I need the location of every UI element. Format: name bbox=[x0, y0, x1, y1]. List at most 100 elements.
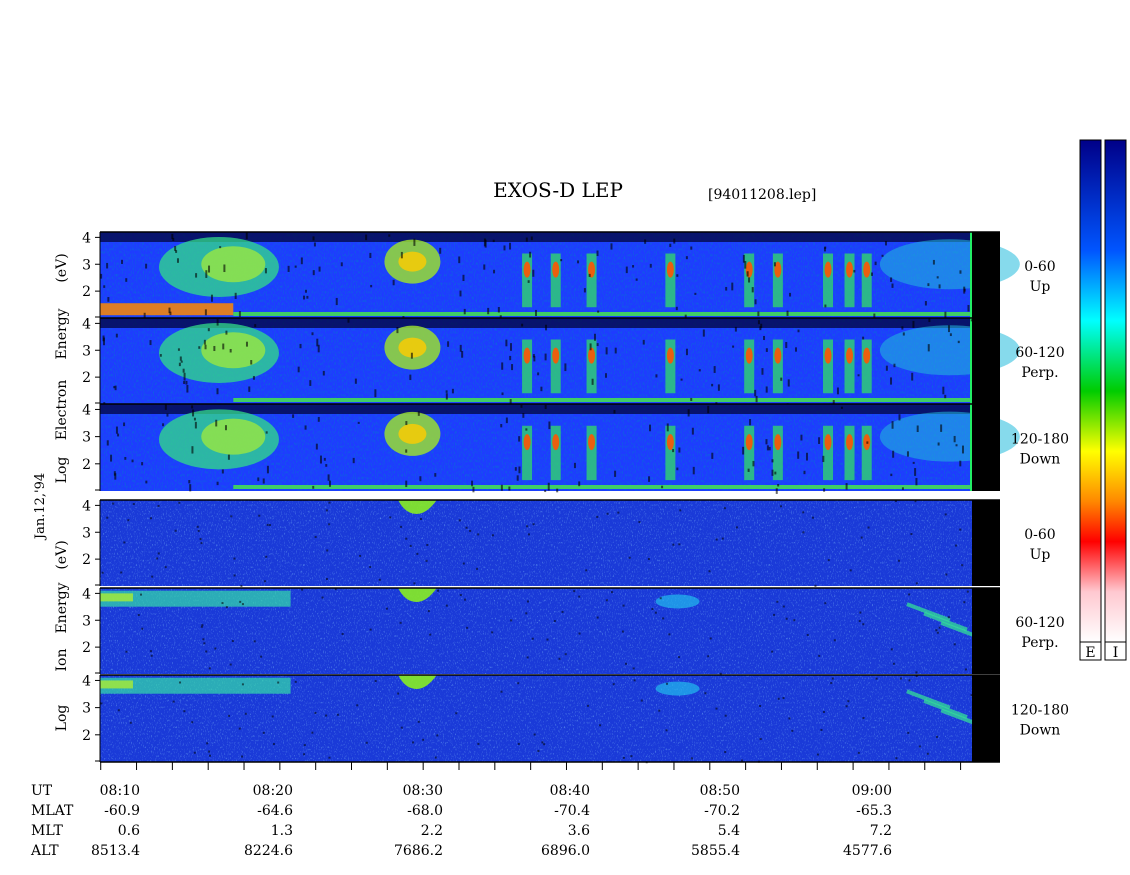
dropout bbox=[830, 682, 833, 685]
colorbar-label: E bbox=[1085, 645, 1095, 661]
dropout bbox=[548, 421, 551, 430]
dropout bbox=[544, 353, 547, 361]
arc-spike bbox=[823, 339, 834, 394]
dropout bbox=[902, 332, 905, 336]
dropout bbox=[461, 350, 464, 358]
dropout bbox=[866, 441, 869, 444]
dropout bbox=[649, 424, 652, 432]
dropout bbox=[640, 699, 643, 702]
dropout bbox=[208, 750, 211, 753]
dropout bbox=[698, 369, 701, 372]
dropout bbox=[578, 632, 581, 635]
dropout bbox=[197, 529, 200, 532]
dropout bbox=[676, 467, 679, 471]
ion-subpanel-0-60: 2 3 4 bbox=[82, 498, 1000, 587]
ephemeris-value-alt: 5855.4 bbox=[691, 843, 740, 859]
dropout bbox=[413, 582, 416, 585]
dropout bbox=[936, 276, 939, 279]
dropout bbox=[462, 274, 465, 282]
dropout bbox=[132, 503, 135, 506]
dropout bbox=[944, 513, 947, 516]
dropout bbox=[862, 336, 865, 340]
dropout bbox=[658, 709, 661, 712]
arc-spike-peak bbox=[774, 347, 782, 364]
dropout bbox=[328, 501, 331, 504]
dropout bbox=[635, 278, 638, 281]
dropout bbox=[231, 640, 234, 643]
dropout bbox=[963, 601, 966, 604]
dropout bbox=[266, 465, 269, 474]
direction-label: Perp. bbox=[1021, 635, 1058, 651]
dropout bbox=[191, 405, 194, 409]
dropout bbox=[816, 753, 819, 756]
dropout bbox=[853, 269, 856, 273]
ephemeris-table: UT MLAT MLT ALT 08:10 -60.9 0.6 8513.4 08:20 -64.… bbox=[30, 783, 892, 859]
dropout bbox=[521, 323, 524, 327]
dropout bbox=[233, 574, 236, 577]
dropout bbox=[961, 445, 964, 454]
ephemeris-value-mlat: -70.2 bbox=[704, 803, 740, 819]
dropout bbox=[229, 348, 232, 353]
dropout bbox=[644, 239, 647, 244]
dropout bbox=[268, 524, 271, 527]
dropout bbox=[547, 482, 550, 491]
dropout bbox=[405, 449, 408, 453]
dropout bbox=[306, 295, 309, 299]
chart-title: EXOS-D LEP bbox=[493, 178, 623, 202]
dropout bbox=[709, 637, 712, 640]
arc-spike-peak bbox=[666, 261, 674, 278]
dropout bbox=[518, 466, 521, 474]
low-energy-line bbox=[233, 398, 972, 402]
dropout bbox=[786, 310, 789, 316]
dropout bbox=[458, 256, 461, 264]
dropout bbox=[312, 485, 315, 489]
dropout bbox=[774, 471, 777, 475]
dropout bbox=[257, 477, 260, 482]
dropout bbox=[915, 582, 918, 585]
dropout bbox=[322, 370, 325, 376]
dropout bbox=[777, 483, 780, 487]
dropout bbox=[785, 341, 788, 348]
plasma-sheet-core bbox=[201, 418, 266, 455]
dropout bbox=[179, 681, 182, 684]
dropout bbox=[238, 311, 241, 317]
dropout bbox=[328, 756, 331, 759]
low-energy-band bbox=[100, 303, 234, 316]
dropout bbox=[492, 239, 495, 243]
dropout bbox=[180, 360, 183, 363]
dropout bbox=[782, 605, 785, 608]
dropout bbox=[141, 462, 144, 466]
dropout bbox=[651, 608, 654, 611]
dropout bbox=[177, 348, 180, 351]
dropout bbox=[225, 330, 228, 335]
arc-spike bbox=[823, 425, 834, 481]
dropout bbox=[325, 714, 328, 717]
edge-marker bbox=[970, 318, 972, 404]
edge-marker bbox=[970, 232, 972, 318]
ephemeris-value-alt: 4577.6 bbox=[843, 843, 892, 859]
electron-subpanel-0-60: 2 3 4 bbox=[82, 230, 1020, 323]
dropout bbox=[585, 569, 588, 572]
dropout bbox=[802, 511, 805, 514]
dropout bbox=[915, 671, 918, 674]
dropout bbox=[537, 750, 540, 753]
dropout bbox=[198, 346, 201, 349]
dropout bbox=[426, 543, 429, 546]
dropout bbox=[914, 468, 917, 476]
dropout bbox=[578, 481, 581, 487]
dropout bbox=[724, 714, 727, 717]
dropout bbox=[849, 569, 852, 572]
dropout bbox=[690, 246, 693, 250]
dropout bbox=[949, 333, 952, 337]
dropout bbox=[192, 409, 195, 417]
dropout bbox=[221, 602, 224, 605]
arc-spike-peak bbox=[846, 434, 854, 451]
direction-label: Down bbox=[1020, 723, 1061, 739]
plasma-sheet-core bbox=[201, 332, 266, 369]
dropout bbox=[149, 650, 152, 653]
arc-spike bbox=[665, 339, 676, 394]
dropout bbox=[820, 728, 823, 731]
dropout bbox=[378, 578, 381, 581]
dropout bbox=[400, 525, 403, 528]
dropout bbox=[702, 329, 705, 337]
